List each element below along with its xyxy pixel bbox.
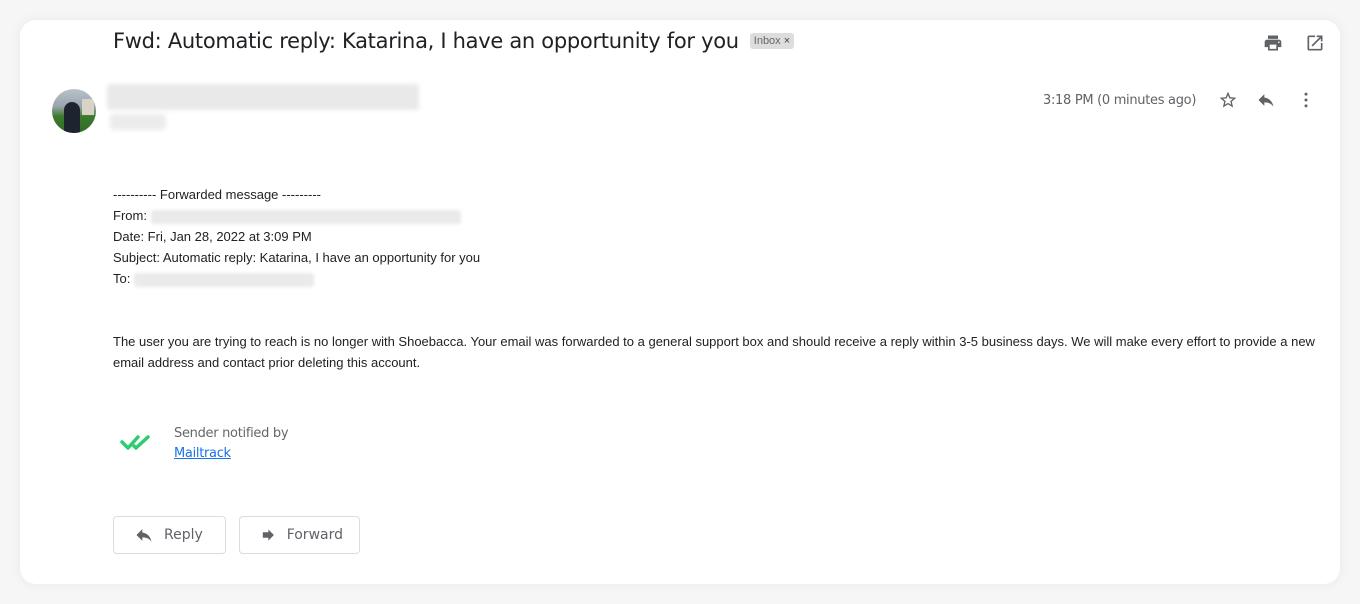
print-icon[interactable] <box>1263 33 1283 53</box>
message-body: The user you are trying to reach is no l… <box>113 334 1315 370</box>
reply-button[interactable]: Reply <box>113 516 226 554</box>
mailtrack-signature: Sender notified by Mailtrack <box>120 424 289 464</box>
star-icon[interactable] <box>1218 90 1238 110</box>
open-new-window-icon[interactable] <box>1305 33 1325 53</box>
thread-toolbar <box>1263 33 1325 53</box>
forward-label: Forward <box>286 527 343 543</box>
forward-button[interactable]: Forward <box>239 516 360 554</box>
sender-notified-text: Sender notified by <box>174 426 289 441</box>
forwarded-divider: ---------- Forwarded message --------- <box>113 187 321 202</box>
subject-text: Fwd: Automatic reply: Katarina, I have a… <box>113 29 739 53</box>
forwarded-subject: Subject: Automatic reply: Katarina, I ha… <box>113 250 481 265</box>
label-text: Inbox <box>753 35 781 47</box>
mailtrack-text: Sender notified by Mailtrack <box>174 424 289 464</box>
avatar-photo-building <box>82 99 94 115</box>
inbox-label-chip[interactable]: Inbox × <box>749 33 795 49</box>
message-actions: Reply Forward <box>113 516 360 554</box>
remove-label-icon[interactable]: × <box>784 35 790 47</box>
recipient-details-toggle[interactable] <box>110 114 166 130</box>
forwarded-to: To: <box>113 268 480 289</box>
from-label: From: <box>113 208 147 223</box>
to-address-redacted <box>133 272 314 287</box>
reply-icon[interactable] <box>1256 90 1276 110</box>
double-check-icon <box>120 432 156 457</box>
from-address-redacted <box>150 209 461 224</box>
email-subject: Fwd: Automatic reply: Katarina, I have a… <box>113 29 795 53</box>
sender-avatar[interactable] <box>52 89 96 133</box>
reply-icon <box>136 529 152 542</box>
message-timestamp: 3:18 PM (0 minutes ago) <box>1043 92 1197 108</box>
reply-label: Reply <box>164 527 203 543</box>
forwarded-date: Date: Fri, Jan 28, 2022 at 3:09 PM <box>113 229 312 244</box>
forwarded-header: ---------- Forwarded message --------- F… <box>113 184 480 289</box>
sender-name-redacted <box>107 84 419 110</box>
forwarded-from: From: <box>113 205 480 226</box>
forward-icon <box>262 529 274 541</box>
mailtrack-link[interactable]: Mailtrack <box>174 446 231 461</box>
avatar-photo-person <box>64 102 80 133</box>
more-options-icon[interactable] <box>1296 90 1316 110</box>
message-meta: 3:18 PM (0 minutes ago) <box>1043 90 1316 110</box>
to-label: To: <box>113 271 131 286</box>
